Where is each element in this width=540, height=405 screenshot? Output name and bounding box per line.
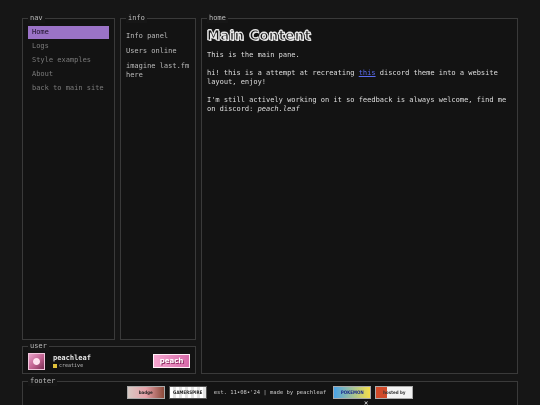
- footer-credits: est. 11•08•'24 | made by peachleaf: [213, 389, 327, 396]
- intro-text: This is the main pane.: [207, 51, 300, 59]
- footer-legend: footer: [28, 377, 58, 386]
- discord-handle: peach.leaf: [257, 105, 300, 113]
- info-panel: info Info panel Users online imagine las…: [120, 14, 196, 340]
- feedback-text: I'm still actively working on it so feed…: [207, 96, 507, 113]
- info-item-lastfm: imagine last.fm here: [126, 62, 190, 79]
- footer-badge-1[interactable]: badge: [126, 386, 165, 399]
- footer-panel: footer badge GAMERSPIRE GAMER est. 11•08…: [22, 377, 518, 405]
- main-body: This is the main pane. hi! this is a att…: [202, 45, 517, 114]
- cursor-icon: ✕: [364, 399, 369, 405]
- nav-panel: nav Home Logs Style examples About back …: [22, 14, 115, 340]
- intro-paragraph: hi! this is a attempt at recreating this…: [207, 69, 512, 87]
- info-legend: info: [126, 14, 147, 23]
- feedback-paragraph: I'm still actively working on it so feed…: [207, 96, 512, 114]
- nav-item-home[interactable]: Home: [28, 26, 109, 39]
- info-list: Info panel Users online imagine last.fm …: [121, 32, 195, 80]
- nav-item-back-to-main-site[interactable]: back to main site: [28, 82, 109, 95]
- user-panel: user peachleaf creative peach: [22, 342, 196, 374]
- page-title: Main Content: [207, 29, 312, 45]
- home-legend: home: [207, 14, 228, 23]
- user-status-label: creative: [59, 363, 84, 369]
- home-panel: home Main Content This is the main pane.…: [201, 14, 518, 374]
- info-item-info-panel: Info panel: [126, 32, 169, 40]
- nav-item-about[interactable]: About: [28, 68, 109, 81]
- nav-item-logs[interactable]: Logs: [28, 40, 109, 53]
- intro-paragraph-start: hi! this is a attempt at recreating: [207, 69, 359, 77]
- nav-item-style-examples[interactable]: Style examples: [28, 54, 109, 67]
- footer-badge-neocities[interactable]: hosted by NEOCITIES: [375, 386, 414, 399]
- user-status: creative: [53, 363, 83, 369]
- footer-badge-gamer[interactable]: GAMERSPIRE GAMER: [168, 386, 207, 399]
- info-item-users-online: Users online: [126, 47, 177, 55]
- footer-badge-pokemon[interactable]: POKEMON: [333, 386, 372, 399]
- avatar: [28, 353, 45, 370]
- footer-row: badge GAMERSPIRE GAMER est. 11•08•'24 | …: [23, 386, 517, 399]
- nav-list: Home Logs Style examples About back to m…: [23, 26, 114, 95]
- nav-legend: nav: [28, 14, 45, 23]
- theme-link[interactable]: this: [359, 69, 376, 77]
- user-badge[interactable]: peach: [153, 354, 190, 368]
- user-name: peachleaf: [53, 354, 91, 362]
- user-legend: user: [28, 342, 49, 351]
- status-dot-icon: [53, 364, 57, 368]
